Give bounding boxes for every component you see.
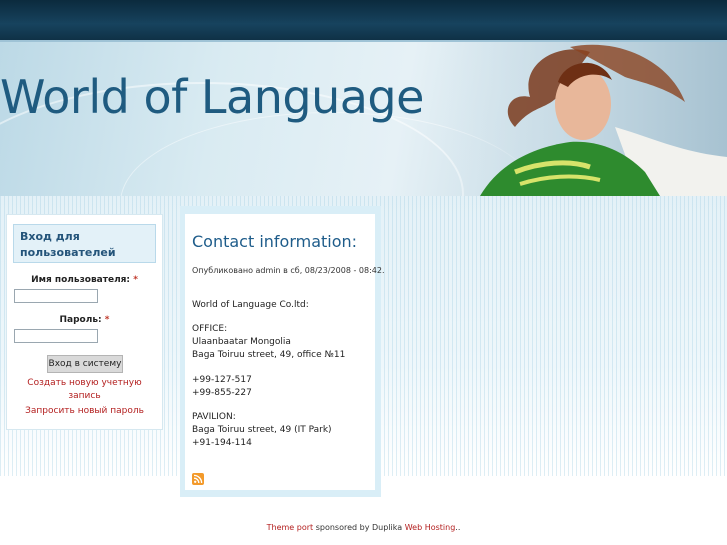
login-block: Вход для пользователей Имя пользователя:… xyxy=(6,214,163,430)
top-bar xyxy=(0,0,727,42)
login-block-title: Вход для пользователей xyxy=(13,224,156,263)
site-title[interactable]: World of Language xyxy=(0,70,424,124)
theme-port-link[interactable]: Theme port xyxy=(267,523,314,532)
node-content: Contact information: Опубликовано admin … xyxy=(185,214,384,490)
phone-line: +91-194-114 xyxy=(192,438,252,448)
pavilion-heading: PAVILION: xyxy=(192,412,236,422)
pavilion-address: Baga Toiruu street, 49 (IT Park) xyxy=(192,425,332,435)
create-account-line1[interactable]: Создать новую учетную xyxy=(7,377,162,390)
footer-trailing: .. xyxy=(455,523,461,532)
office-city: Ulaanbaatar Mongolia xyxy=(192,337,291,347)
web-hosting-link[interactable]: Web Hosting xyxy=(405,523,456,532)
required-mark: * xyxy=(133,275,138,285)
sponsored-text: sponsored by Duplika xyxy=(315,523,403,532)
create-account-line2[interactable]: запись xyxy=(7,390,162,403)
password-label: Пароль: * xyxy=(7,315,162,325)
phone-line: +99-127-517 xyxy=(192,375,252,385)
banner-photo xyxy=(440,42,727,196)
footer: Theme port sponsored by Duplika Web Host… xyxy=(0,523,727,532)
create-account-link[interactable]: Создать новую учетную запись xyxy=(7,377,162,403)
username-label-text: Имя пользователя: xyxy=(31,275,131,285)
node-meta: Опубликовано admin в сб, 08/23/2008 - 08… xyxy=(192,266,385,275)
username-label: Имя пользователя: * xyxy=(7,275,162,285)
rss-feed-icon[interactable] xyxy=(192,473,204,485)
request-password-link[interactable]: Запросить новый пароль xyxy=(7,405,162,418)
office-heading: OFFICE: xyxy=(192,324,228,334)
phone-line: +99-855-227 xyxy=(192,388,252,398)
node-title[interactable]: Contact information: xyxy=(192,232,357,251)
login-button[interactable]: Вход в систему xyxy=(47,355,123,373)
required-mark: * xyxy=(104,315,110,325)
password-label-text: Пароль: xyxy=(59,315,102,325)
header-banner: World of Language xyxy=(0,42,727,196)
username-input[interactable] xyxy=(14,289,98,303)
password-input[interactable] xyxy=(14,329,98,343)
company-line: World of Language Co.ltd: xyxy=(192,300,309,310)
office-address: Baga Toiruu street, 49, office №11 xyxy=(192,350,346,360)
